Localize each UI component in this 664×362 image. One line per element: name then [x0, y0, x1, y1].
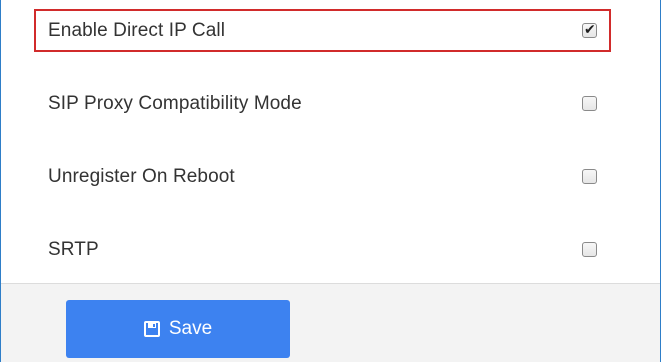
form-footer: Save [1, 283, 660, 362]
setting-row-unregister-on-reboot: Unregister On Reboot [1, 157, 660, 197]
setting-row-srtp: SRTP [1, 230, 660, 270]
setting-label: SRTP [48, 239, 99, 260]
settings-panel: Enable Direct IP Call ✔ SIP Proxy Compat… [0, 0, 661, 362]
setting-label: SIP Proxy Compatibility Mode [48, 93, 302, 114]
setting-label: Unregister On Reboot [48, 166, 235, 187]
enable-direct-ip-call-checkbox[interactable]: ✔ [582, 22, 597, 38]
unregister-on-reboot-checkbox[interactable] [582, 169, 597, 184]
floppy-disk-icon [143, 321, 160, 337]
setting-label: Enable Direct IP Call [48, 20, 226, 41]
srtp-checkbox[interactable] [582, 242, 597, 257]
save-button-label: Save [168, 318, 213, 339]
save-button[interactable]: Save [66, 300, 290, 358]
sip-proxy-compatibility-mode-checkbox[interactable] [582, 96, 597, 111]
setting-row-enable-direct-ip-call: Enable Direct IP Call ✔ [1, 11, 660, 51]
checkmark-icon: ✔ [584, 22, 596, 38]
setting-row-sip-proxy-compatibility-mode: SIP Proxy Compatibility Mode [1, 84, 660, 124]
